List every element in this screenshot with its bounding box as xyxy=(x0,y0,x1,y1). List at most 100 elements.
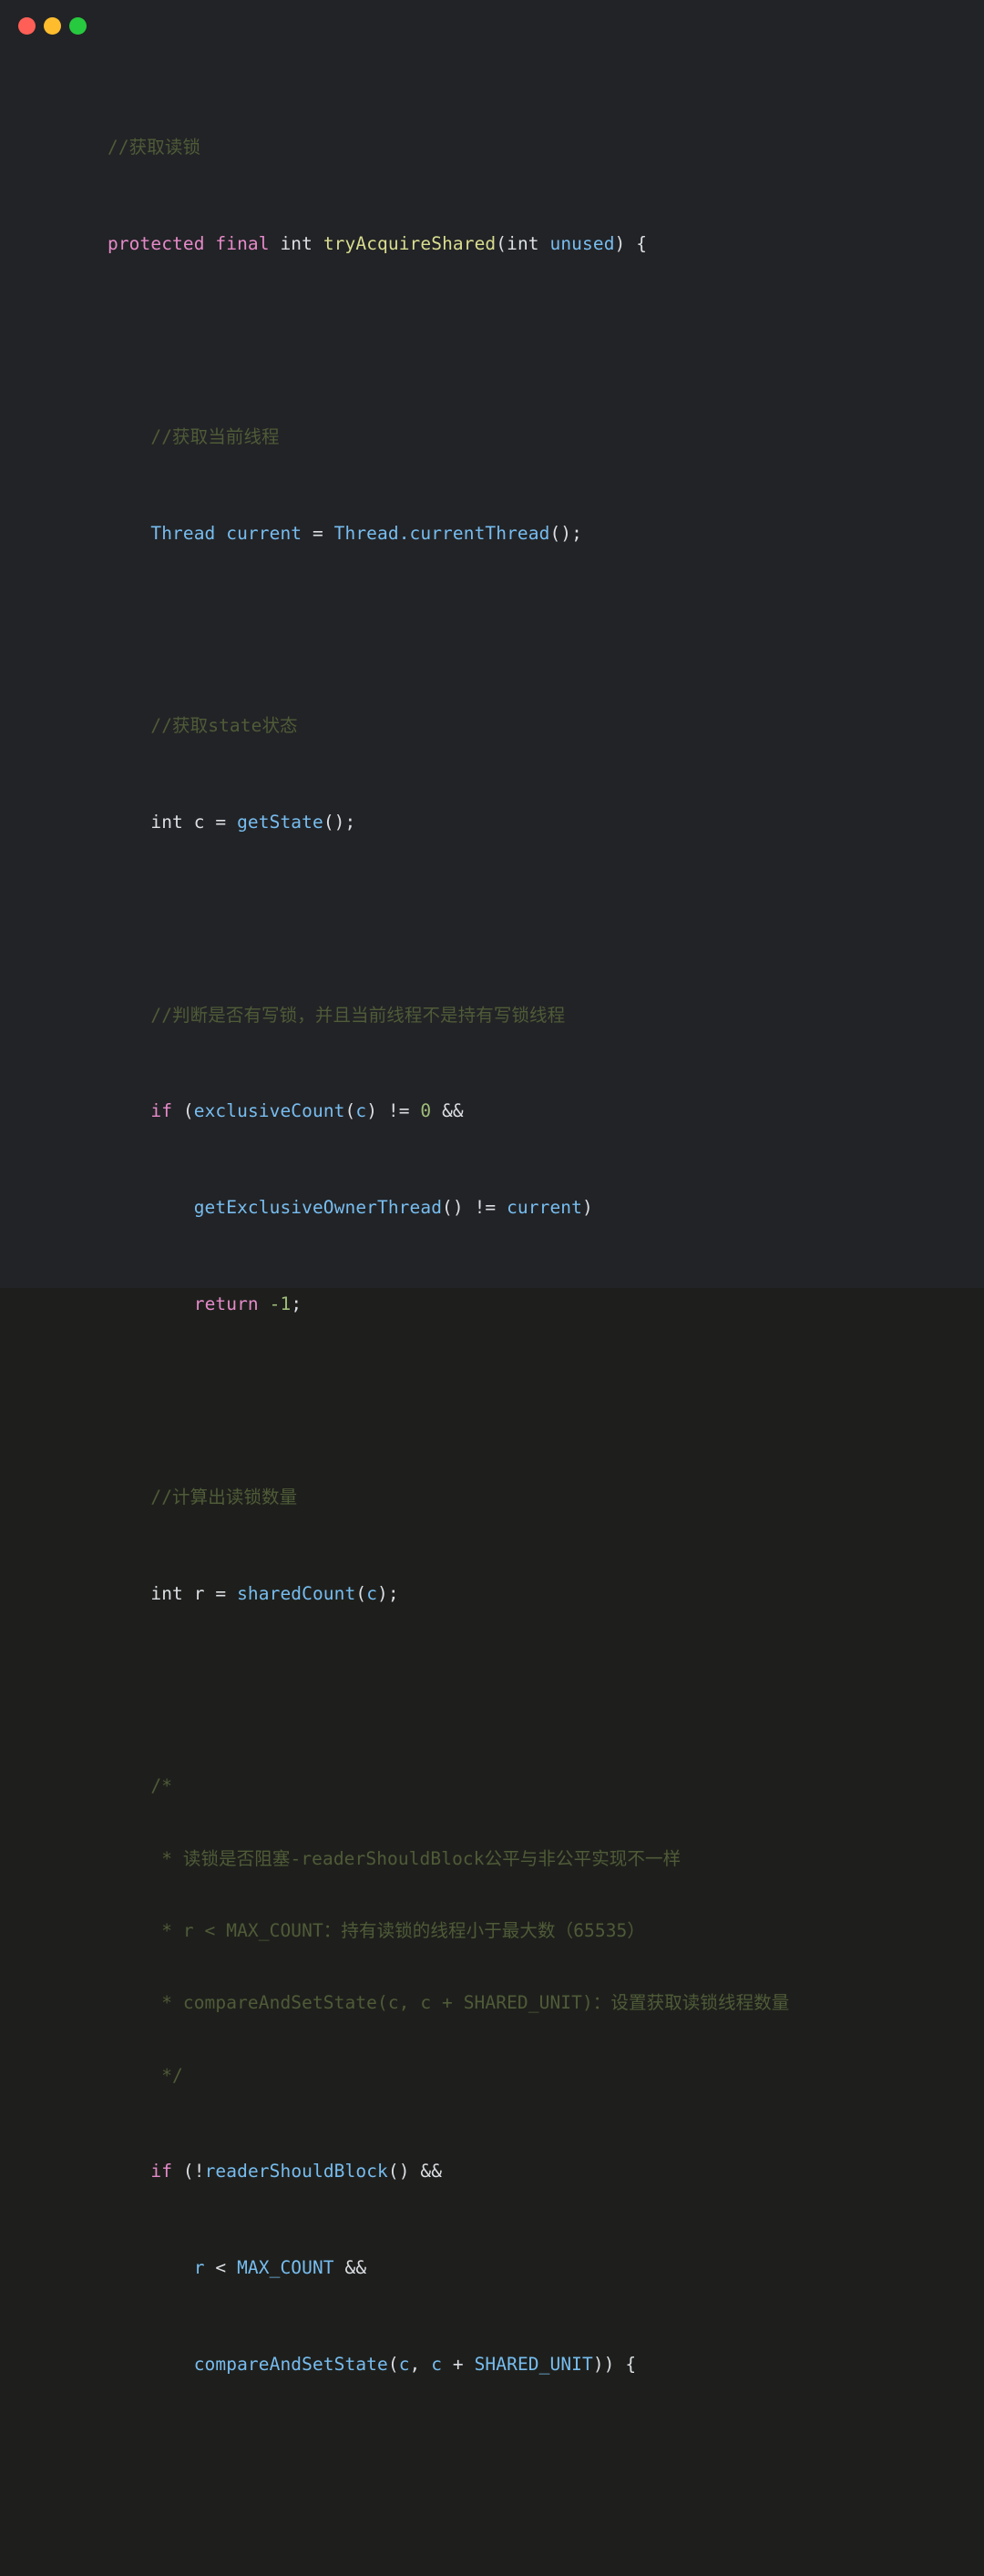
code-line: r < MAX_COUNT && xyxy=(108,2256,984,2280)
code-line: if (!readerShouldBlock() && xyxy=(108,2160,984,2183)
punct-token: () != xyxy=(442,1197,507,1219)
punct-token xyxy=(259,1293,270,1314)
code-line: * r < MAX_COUNT：持有读锁的线程小于最大数（65535） xyxy=(108,1919,984,1943)
identifier-token: r xyxy=(108,2257,216,2279)
punct-token: ); xyxy=(377,1582,399,1604)
identifier-token: sharedCount xyxy=(226,1582,356,1604)
operator-token: && xyxy=(333,2257,367,2279)
code-line: compareAndSetState(c, c + SHARED_UNIT)) … xyxy=(108,2353,984,2377)
punct-token: (! xyxy=(172,2161,205,2182)
comment-token: //判断是否有写锁，并且当前线程不是持有写锁线程 xyxy=(108,1004,566,1026)
identifier-token: compareAndSetState xyxy=(108,2354,388,2376)
identifier-token: Thread current xyxy=(108,522,313,544)
block-comment-token: * r < MAX_COUNT：持有读锁的线程小于最大数（65535） xyxy=(108,1919,645,1941)
punct-token: () && xyxy=(387,2161,443,2182)
keyword-token: if xyxy=(150,1100,173,1122)
block-comment-token: */ xyxy=(108,2064,183,2086)
close-button[interactable] xyxy=(18,16,36,35)
comment-token: //获取当前线程 xyxy=(108,425,280,447)
code-line: * 读锁是否阻塞-readerShouldBlock公平与非公平实现不一样 xyxy=(108,1847,984,1871)
code-screenshot-window: //获取读锁 protected final int tryAcquireSha… xyxy=(0,0,984,2375)
code-line: protected final int tryAcquireShared(int… xyxy=(108,232,984,256)
function-token: tryAcquireShared xyxy=(323,233,497,255)
identifier-token: Thread.currentThread xyxy=(323,522,550,544)
param-token: unused xyxy=(549,233,615,255)
operator-token: = xyxy=(215,812,227,833)
code-line: return -1; xyxy=(108,1293,984,1316)
code-line: */ xyxy=(108,2064,984,2088)
punct-token: ( xyxy=(387,2354,399,2376)
code-line: //获取读锁 xyxy=(108,136,984,159)
punct-token: )) { xyxy=(592,2354,637,2376)
keyword-token: if xyxy=(150,2161,173,2182)
keyword-token: return xyxy=(193,1293,259,1315)
type-token: int c xyxy=(108,812,216,833)
block-comment-token: /* xyxy=(108,1775,173,1797)
punct-token: ( xyxy=(172,1100,194,1122)
block-comment-token: * 读锁是否阻塞-readerShouldBlock公平与非公平实现不一样 xyxy=(108,1847,682,1869)
block-comment-token: * compareAndSetState(c, c + SHARED_UNIT)… xyxy=(108,1992,790,2014)
identifier-token: c xyxy=(366,1582,378,1604)
minimize-button[interactable] xyxy=(44,16,61,35)
code-line: Thread current = Thread.currentThread(); xyxy=(108,522,984,546)
code-block[interactable]: //获取读锁 protected final int tryAcquireSha… xyxy=(108,64,984,2576)
punct-token: ; xyxy=(291,1293,302,1315)
type-token: int xyxy=(507,233,539,255)
maximize-button[interactable] xyxy=(69,16,87,35)
punct-token: ) != xyxy=(366,1100,421,1122)
number-token: 0 xyxy=(420,1100,432,1122)
operator-token: = xyxy=(312,522,323,544)
punct-token: (); xyxy=(323,812,356,833)
constant-token: SHARED_UNIT xyxy=(474,2354,593,2376)
code-line: //计算出读锁数量 xyxy=(108,1486,984,1509)
identifier-token: current xyxy=(507,1197,582,1219)
punct-token: ( xyxy=(355,1582,367,1604)
identifier-token: c xyxy=(398,2354,410,2376)
punct-token: ) xyxy=(581,1197,593,1219)
code-line: if (exclusiveCount(c) != 0 && xyxy=(108,1099,984,1123)
identifier-token: exclusiveCount xyxy=(193,1100,345,1122)
type-token: int r xyxy=(108,1582,216,1604)
number-token: -1 xyxy=(269,1293,292,1315)
constant-token: MAX_COUNT xyxy=(226,2257,334,2279)
punct-token: , xyxy=(409,2354,432,2376)
type-token: int xyxy=(280,233,313,255)
punct-token: (); xyxy=(549,522,582,544)
identifier-token: readerShouldBlock xyxy=(204,2161,388,2182)
identifier-token: c xyxy=(355,1100,367,1122)
identifier-token: getExclusiveOwnerThread xyxy=(108,1197,443,1219)
code-line: //判断是否有写锁，并且当前线程不是持有写锁线程 xyxy=(108,1004,984,1027)
code-line: //获取state状态 xyxy=(108,714,984,738)
window-titlebar xyxy=(0,0,984,51)
comment-token: //获取state状态 xyxy=(108,715,298,737)
punct-token: ) { xyxy=(614,233,648,255)
identifier-token: getState xyxy=(226,812,323,833)
operator-token: < xyxy=(215,2257,227,2279)
code-line: getExclusiveOwnerThread() != current) xyxy=(108,1196,984,1220)
comment-token: //获取读锁 xyxy=(108,137,201,158)
identifier-token: c xyxy=(431,2354,443,2376)
keyword-token: protected final xyxy=(108,233,270,255)
code-line: int r = sharedCount(c); xyxy=(108,1582,984,1606)
punct-token xyxy=(539,233,550,254)
punct-token: ( xyxy=(496,233,507,255)
code-line: int c = getState(); xyxy=(108,811,984,834)
code-line: //获取当前线程 xyxy=(108,425,984,449)
operator-token: = xyxy=(215,1582,227,1604)
comment-token: //计算出读锁数量 xyxy=(108,1486,298,1508)
punct-token: ( xyxy=(344,1100,356,1122)
code-line: * compareAndSetState(c, c + SHARED_UNIT)… xyxy=(108,1991,984,2015)
operator-token: && xyxy=(431,1100,464,1122)
